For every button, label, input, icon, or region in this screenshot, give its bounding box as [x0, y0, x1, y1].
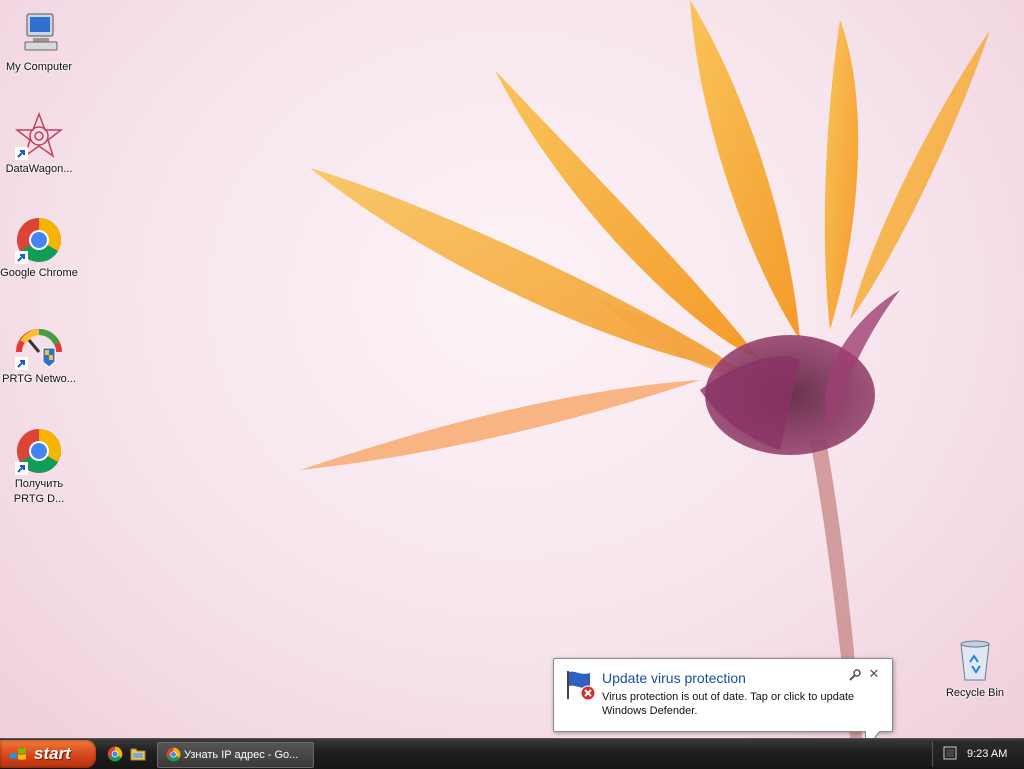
notification-title: Update virus protection — [602, 670, 746, 686]
desktop-icon-google-chrome[interactable]: Google Chrome — [0, 216, 78, 281]
shortcut-arrow-icon — [15, 462, 28, 475]
taskbar: start Узнать IP адрес - Go... 9:23 AM — [0, 738, 1024, 769]
start-button[interactable]: start — [0, 740, 96, 768]
recycle-bin-icon — [951, 636, 999, 684]
system-tray: 9:23 AM — [932, 741, 1024, 767]
desktop-icon-label: PRTG Netwo... — [2, 373, 76, 385]
clock[interactable]: 9:23 AM — [967, 741, 1007, 767]
taskbar-item-chrome[interactable]: Узнать IP адрес - Go... — [157, 742, 314, 768]
prtg-icon — [15, 322, 63, 370]
my-computer-icon — [15, 10, 63, 58]
start-label: start — [34, 744, 71, 763]
shortcut-arrow-icon — [15, 147, 28, 160]
desktop-icon-my-computer[interactable]: My Computer — [0, 10, 78, 75]
chrome-icon — [107, 746, 123, 762]
desktop-icon-label: Получить PRTG D... — [13, 478, 65, 505]
chrome-icon — [15, 427, 63, 475]
desktop-icon-label: Google Chrome — [0, 267, 78, 279]
desktop-icon-get-prtg[interactable]: Получить PRTG D... — [0, 427, 78, 507]
wrench-settings-icon[interactable] — [848, 669, 861, 682]
shortcut-arrow-icon — [15, 357, 28, 370]
desktop-icon-prtg-network[interactable]: PRTG Netwo... — [0, 322, 78, 387]
desktop-icon-label: Recycle Bin — [945, 687, 1005, 699]
desktop[interactable]: My Computer DataWagon... Google Chrome P… — [0, 0, 1024, 738]
chrome-icon — [166, 747, 181, 762]
shortcut-arrow-icon — [15, 251, 28, 264]
quick-launch-chrome[interactable] — [107, 746, 123, 762]
desktop-icon-label: My Computer — [5, 61, 73, 73]
balloon-tail — [866, 730, 880, 738]
folder-icon — [130, 748, 146, 761]
quick-launch-explorer[interactable] — [130, 746, 146, 762]
windows-flag-icon — [10, 747, 26, 760]
desktop-icon-recycle-bin[interactable]: Recycle Bin — [936, 636, 1014, 701]
defender-notification-balloon[interactable]: Update virus protection Virus protection… — [553, 658, 893, 738]
desktop-icon-datawagon[interactable]: DataWagon... — [0, 111, 78, 177]
taskbar-item-label: Узнать IP адрес - Go... — [184, 749, 299, 761]
close-icon[interactable]: ✕ — [867, 667, 881, 681]
chrome-icon — [15, 216, 63, 264]
notification-message: Virus protection is out of date. Tap or … — [602, 691, 855, 717]
flower-wallpaper — [300, 0, 990, 738]
show-desktop-icon[interactable] — [943, 746, 957, 760]
desktop-icon-label: DataWagon... — [5, 163, 73, 175]
windows-defender-warning-icon — [564, 669, 598, 701]
datawagon-icon — [14, 111, 64, 160]
